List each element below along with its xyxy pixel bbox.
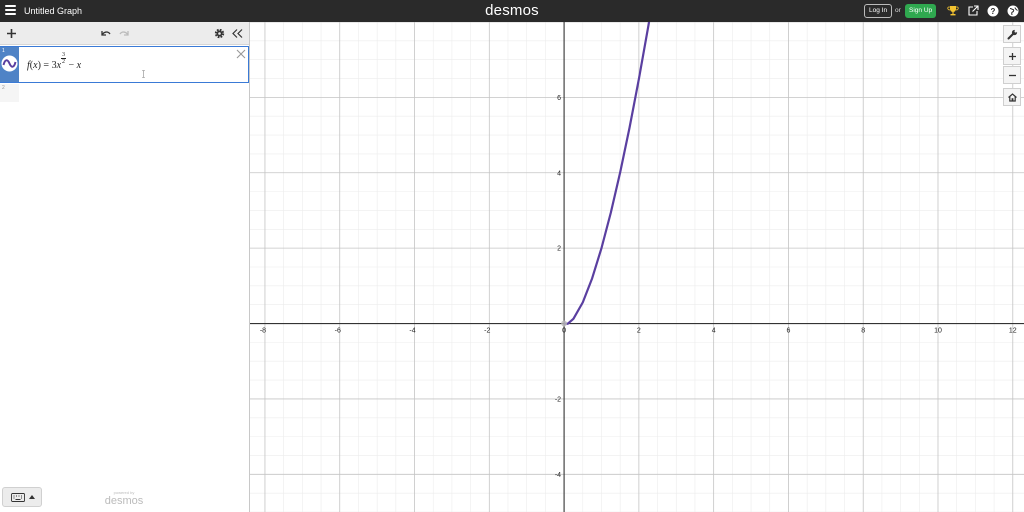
signup-button[interactable]: Sign Up [905,4,937,18]
settings-icon[interactable] [213,27,226,40]
globe-icon[interactable] [1007,5,1019,17]
zoom-out-icon [1009,74,1016,77]
help-icon[interactable]: ? [987,5,999,17]
x-tick-label: 8 [861,328,865,335]
expression-panel-header [0,22,249,45]
menu-icon[interactable] [5,5,16,17]
y-tick-label: -2 [555,396,561,403]
undo-icon[interactable] [99,27,112,40]
expression-index: 2 [2,85,5,91]
expression-tab: 2 [0,84,19,102]
y-tick-label: -4 [555,472,561,479]
expression-index: 1 [2,48,5,54]
desmos-app: Untitled Graph desmos Log In or Sign Up … [0,0,1024,512]
x-tick-label: 12 [1009,328,1017,335]
or-text: or [895,7,901,14]
origin-point[interactable] [561,320,568,327]
graph-paper[interactable]: -8 -6 -4 -2 0 2 4 6 8 10 12 -4 -2 2 4 6 [250,22,1024,512]
x-tick-label: -2 [484,328,490,335]
zoom-out-button[interactable] [1003,66,1021,84]
text-cursor-icon [142,70,145,78]
expression-panel: 1 f(x) = 3x3 2 − x 2 powered by desmos [0,22,250,512]
redo-icon[interactable] [118,27,131,40]
graph-settings-button[interactable] [1003,25,1021,43]
y-tick-label: 4 [557,170,561,177]
delete-expression-icon[interactable] [236,49,246,59]
x-tick-label: 0 [562,328,566,335]
share-icon[interactable] [967,5,979,17]
expression-color-tab[interactable]: 1 [0,47,19,82]
x-tick-label: -4 [409,328,415,335]
x-tick-label: 10 [934,328,942,335]
caret-up-icon [29,495,35,499]
expression-formula[interactable]: f(x) = 3x3 2 − x [27,52,81,73]
zoom-in-button[interactable] [1003,47,1021,65]
wrench-icon [1007,29,1018,40]
x-tick-label: -8 [260,328,266,335]
y-tick-label: 2 [557,246,561,253]
expression-item[interactable]: 1 f(x) = 3x3 2 − x [0,46,249,83]
exponent-fraction: 32 [61,52,67,65]
zoom-in-icon [1009,53,1016,60]
keyboard-toggle-button[interactable] [2,487,42,507]
keyboard-icon [11,493,25,502]
svg-text:?: ? [991,7,996,16]
graph-canvas[interactable]: -8 -6 -4 -2 0 2 4 6 8 10 12 -4 -2 2 4 6 [250,22,1024,512]
x-tick-label: 2 [637,328,641,335]
x-tick-label: 6 [786,328,790,335]
empty-expression-item[interactable]: 2 [0,84,249,102]
top-bar: Untitled Graph desmos Log In or Sign Up … [0,0,1024,22]
trophy-icon[interactable] [947,5,959,17]
graph-style-icon[interactable] [1,55,18,72]
powered-by-desmos[interactable]: powered by desmos [104,490,144,507]
x-tick-label: -6 [335,328,341,335]
add-icon[interactable] [5,27,18,40]
home-icon [1008,93,1017,102]
graph-title[interactable]: Untitled Graph [24,5,82,17]
login-button[interactable]: Log In [864,4,893,18]
collapse-panel-icon[interactable] [231,27,244,40]
default-viewport-button[interactable] [1003,88,1021,106]
x-tick-label: 4 [712,328,716,335]
y-tick-label: 6 [557,95,561,102]
